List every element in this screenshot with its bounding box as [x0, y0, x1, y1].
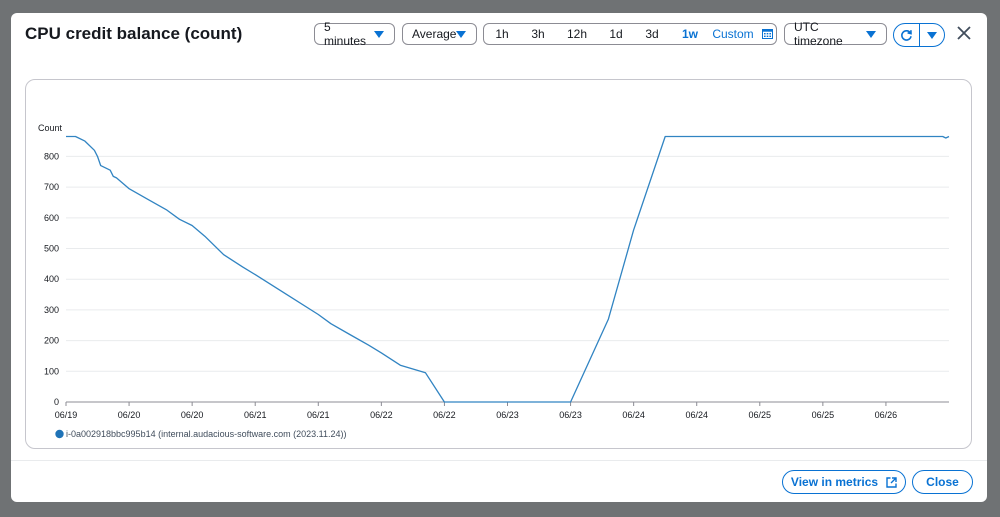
dialog-title: CPU credit balance (count) — [25, 24, 243, 43]
x-tick-label: 06/22 — [370, 410, 393, 420]
legend: i-0a002918bbc995b14 (internal.audacious-… — [55, 429, 347, 439]
x-tick-label: 06/22 — [433, 410, 456, 420]
y-axis-label: Count — [38, 123, 63, 133]
period-dropdown[interactable]: 5 minutes — [314, 20, 395, 48]
y-tick-label: 300 — [44, 305, 59, 315]
caret-down-icon — [866, 30, 876, 38]
range-1d[interactable]: 1d — [598, 27, 634, 41]
chart-panel: Count 0 100 200 300 400 500 600 700 800 06/19 06/… — [25, 79, 972, 449]
series-line — [66, 135, 950, 403]
range-1h[interactable]: 1h — [484, 27, 520, 41]
x-tick-label: 06/23 — [496, 410, 519, 420]
view-in-metrics-button[interactable]: View in metrics — [782, 470, 906, 494]
line-chart: Count 0 100 200 300 400 500 600 700 800 06/19 06/… — [38, 123, 950, 439]
statistic-dropdown-label: Average — [412, 27, 457, 41]
caret-down-icon — [374, 30, 384, 38]
range-1w[interactable]: 1w — [670, 27, 710, 41]
y-tick-label: 500 — [44, 244, 59, 254]
refresh-options-button[interactable] — [920, 24, 945, 46]
close-button[interactable]: Close — [912, 470, 973, 494]
y-tick-label: 100 — [44, 366, 59, 376]
y-tick-label: 400 — [44, 274, 59, 284]
range-3d[interactable]: 3d — [634, 27, 670, 41]
close-icon[interactable] — [956, 25, 972, 41]
timezone-dropdown[interactable]: UTC timezone — [784, 20, 887, 48]
x-tick-label: 06/23 — [559, 410, 582, 420]
x-tick-label: 06/21 — [307, 410, 330, 420]
y-tick-label: 700 — [44, 182, 59, 192]
external-link-icon — [886, 476, 897, 488]
range-3h[interactable]: 3h — [520, 27, 556, 41]
calendar-icon[interactable] — [762, 29, 773, 39]
x-tick-label: 06/26 — [875, 410, 898, 420]
metric-dialog: CPU credit balance (count) 5 minutes Ave… — [11, 13, 987, 502]
view-in-metrics-label: View in metrics — [790, 475, 879, 489]
legend-label: i-0a002918bbc995b14 (internal.audacious-… — [66, 429, 347, 439]
close-button-label: Close — [926, 475, 959, 489]
caret-down-icon — [456, 30, 467, 38]
x-tick-label: 06/24 — [685, 410, 708, 420]
timezone-dropdown-label: UTC timezone — [794, 20, 843, 48]
caret-down-icon — [926, 31, 937, 39]
x-tick-label: 06/25 — [812, 410, 835, 420]
x-tick-label: 06/20 — [118, 410, 141, 420]
legend-swatch — [55, 429, 64, 439]
y-tick-label: 600 — [44, 213, 59, 223]
refresh-icon — [900, 29, 912, 41]
x-tick-label: 06/20 — [181, 410, 204, 420]
x-tick-label: 06/19 — [55, 410, 78, 420]
range-custom[interactable]: Custom — [710, 27, 756, 41]
y-tick-label: 0 — [54, 397, 59, 407]
y-tick-label: 200 — [44, 336, 59, 346]
range-12h[interactable]: 12h — [556, 27, 598, 41]
footer-divider — [11, 460, 987, 461]
time-range-selector: 1h 3h 12h 1d 3d 1w Custom — [483, 23, 777, 45]
x-tick-label: 06/21 — [244, 410, 267, 420]
period-dropdown-label: 5 minutes — [324, 20, 367, 48]
refresh-button-group — [893, 23, 945, 47]
statistic-dropdown[interactable]: Average — [402, 23, 477, 45]
x-tick-label: 06/25 — [749, 410, 772, 420]
x-tick-label: 06/24 — [622, 410, 645, 420]
refresh-button[interactable] — [894, 24, 919, 46]
y-tick-label: 800 — [44, 151, 59, 161]
